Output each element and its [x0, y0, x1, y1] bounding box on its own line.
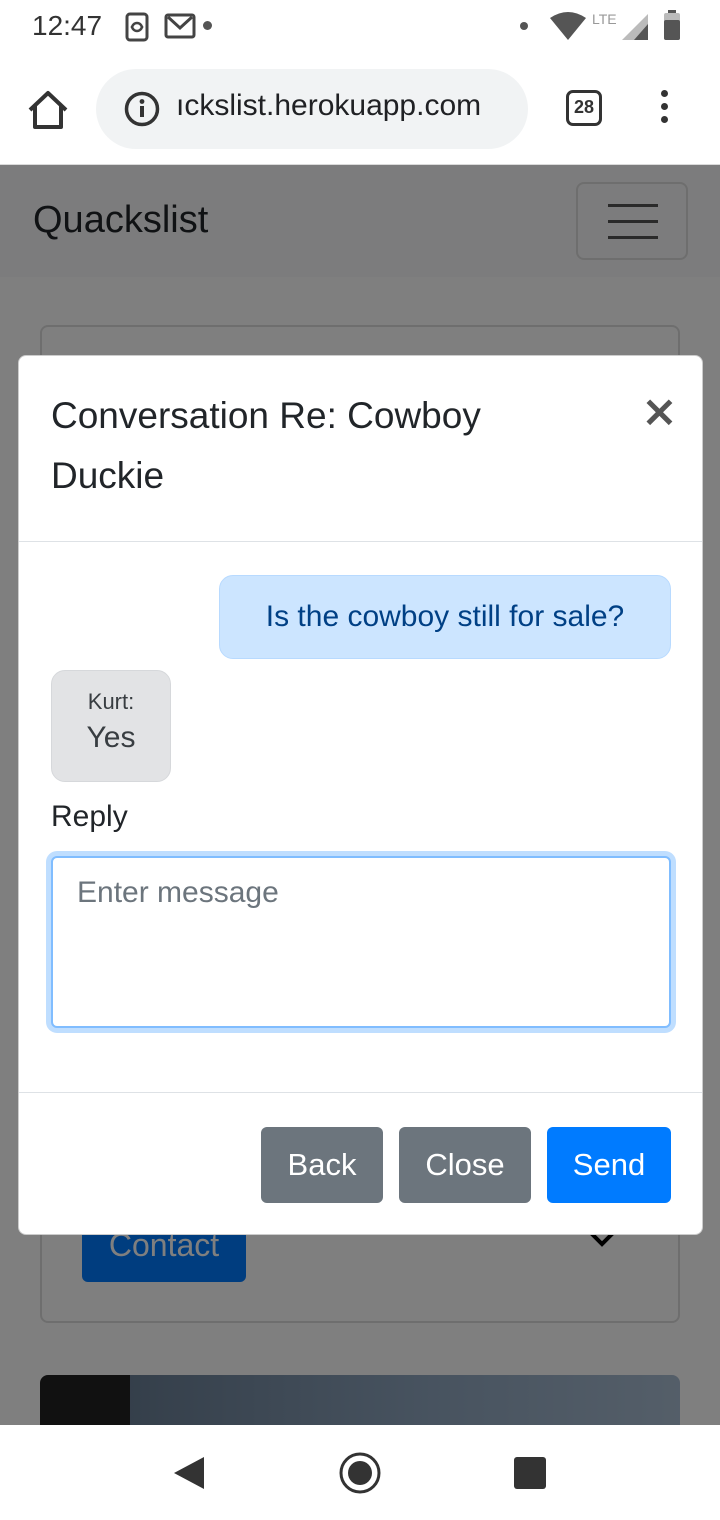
browser-menu-icon[interactable]	[652, 90, 676, 130]
home-nav-icon[interactable]	[338, 1451, 382, 1495]
recents-nav-icon[interactable]	[514, 1457, 546, 1489]
notification-dot-icon	[203, 21, 212, 30]
message-text: Yes	[86, 721, 136, 754]
address-bar[interactable]: ıckslist.herokuapp.com	[96, 69, 528, 149]
send-button[interactable]: Send	[547, 1127, 671, 1203]
battery-icon	[664, 10, 680, 40]
outgoing-message: Is the cowboy still for sale?	[219, 575, 671, 659]
sync-phone-icon	[125, 12, 149, 42]
reply-label: Reply	[51, 800, 128, 833]
gmail-icon	[164, 13, 196, 39]
info-icon[interactable]	[124, 91, 160, 127]
back-nav-icon[interactable]	[172, 1455, 206, 1491]
incoming-message: Kurt: Yes	[51, 670, 171, 782]
cell-signal-icon	[622, 14, 648, 40]
close-button[interactable]: Close	[399, 1127, 531, 1203]
url-text: ıckslist.herokuapp.com	[176, 89, 482, 122]
status-time: 12:47	[32, 10, 103, 41]
modal-footer: Back Close Send	[19, 1092, 702, 1234]
tab-switcher-button[interactable]: 28	[566, 90, 602, 126]
wifi-icon	[550, 12, 586, 40]
reply-message-input[interactable]	[51, 856, 671, 1028]
close-icon[interactable]: ×	[641, 386, 678, 438]
status-bar: 12:47 LTE	[0, 0, 720, 52]
system-nav-bar	[0, 1425, 720, 1520]
modal-title: Conversation Re: Cowboy Duckie	[51, 395, 481, 496]
conversation-modal: Conversation Re: Cowboy Duckie × Is the …	[18, 355, 703, 1235]
network-type: LTE	[592, 11, 617, 27]
home-icon[interactable]	[26, 88, 70, 132]
message-sender: Kurt:	[87, 689, 135, 714]
back-button[interactable]: Back	[261, 1127, 383, 1203]
status-dot-icon	[520, 22, 528, 30]
browser-toolbar: ıckslist.herokuapp.com 28	[0, 52, 720, 165]
modal-header: Conversation Re: Cowboy Duckie ×	[19, 356, 702, 542]
